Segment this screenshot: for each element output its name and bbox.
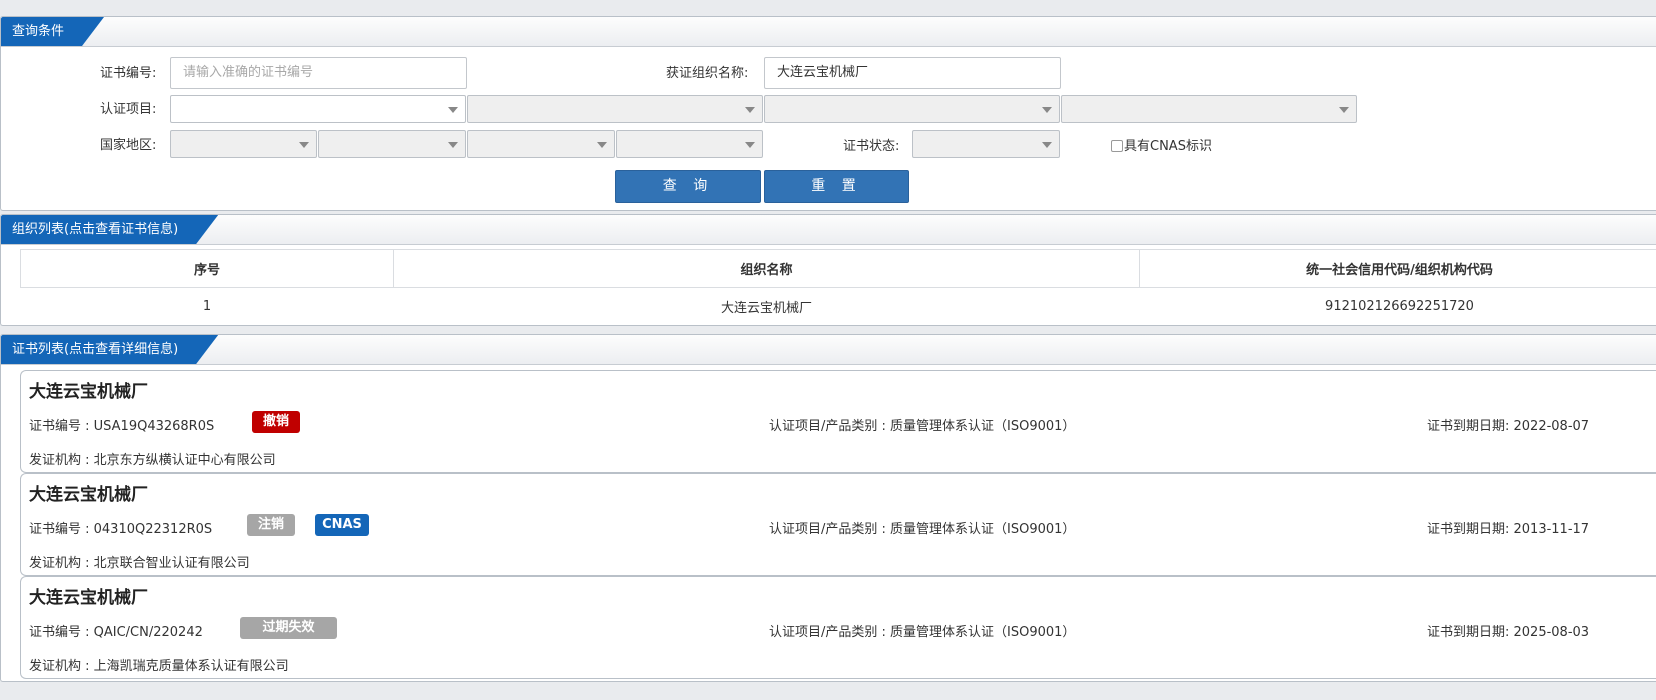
cert-no-label: 证书编号: — [100, 66, 157, 81]
cert-card-expiry: 证书到期日期: 2022-08-07 — [1427, 419, 1590, 434]
chevron-down-icon — [1042, 107, 1052, 113]
query-panel-header: 查询条件 — [1, 17, 1656, 47]
cert-card-project: 认证项目/产品类别 : 质量管理体系认证（ISO9001） — [769, 625, 1076, 640]
chevron-down-icon — [448, 107, 458, 113]
chevron-down-icon — [597, 142, 607, 148]
column-header-org-name: 组织名称 — [393, 249, 1140, 288]
org-name-input[interactable]: 大连云宝机械厂 — [764, 57, 1061, 89]
search-button[interactable]: 查 询 — [615, 170, 761, 203]
cert-card-org: 大连云宝机械厂 — [29, 588, 148, 608]
org-list-panel-header: 组织列表(点击查看证书信息) — [1, 215, 1656, 245]
cert-project-select-4[interactable] — [1061, 95, 1357, 123]
reset-button[interactable]: 重 置 — [764, 170, 909, 203]
cert-project-select-3[interactable] — [764, 95, 1060, 123]
region-select-3[interactable] — [467, 130, 615, 158]
cert-card-issuer: 发证机构 : 北京联合智业认证有限公司 — [29, 556, 250, 571]
cert-project-select-2[interactable] — [467, 95, 763, 123]
cert-project-label: 认证项目: — [100, 102, 157, 117]
cert-card-cert-no: 证书编号 : USA19Q43268R0S — [29, 419, 215, 434]
cert-card-project: 认证项目/产品类别 : 质量管理体系认证（ISO9001） — [769, 419, 1076, 434]
row-credit-code: 912102126692251720 — [1325, 298, 1474, 314]
region-select-4[interactable] — [616, 130, 763, 158]
chevron-down-icon — [1042, 142, 1052, 148]
table-row[interactable]: 1 大连云宝机械厂 912102126692251720 — [21, 288, 1656, 325]
row-index: 1 — [202, 298, 212, 314]
cert-card-cert-no: 证书编号 : 04310Q22312R0S — [29, 522, 213, 537]
column-header-index: 序号 — [20, 249, 394, 288]
cert-project-select-1[interactable] — [170, 95, 466, 123]
cnas-checkbox[interactable] — [1111, 140, 1123, 152]
region-select-2[interactable] — [318, 130, 466, 158]
cert-list-panel-header: 证书列表(点击查看详细信息) — [1, 335, 1656, 365]
cert-card-issuer: 发证机构 : 上海凯瑞克质量体系认证有限公司 — [29, 659, 289, 674]
cert-card-cert-no: 证书编号 : QAIC/CN/220242 — [29, 625, 203, 640]
cnas-badge: CNAS — [315, 514, 369, 536]
chevron-down-icon — [448, 142, 458, 148]
org-table: 序号 组织名称 统一社会信用代码/组织机构代码 1 大连云宝机械厂 912102… — [20, 249, 1656, 324]
cert-no-input[interactable]: 请输入准确的证书编号 — [170, 57, 467, 89]
cert-card-project: 认证项目/产品类别 : 质量管理体系认证（ISO9001） — [769, 522, 1076, 537]
org-list-panel-title: 组织列表(点击查看证书信息) — [1, 215, 218, 244]
column-header-credit-code: 统一社会信用代码/组织机构代码 — [1139, 249, 1656, 288]
cert-card-2[interactable]: 大连云宝机械厂 证书编号 : 04310Q22312R0S 注销 CNAS 认证… — [20, 473, 1656, 576]
cert-card-org: 大连云宝机械厂 — [29, 485, 148, 505]
cnas-checkbox-label: 具有CNAS标识 — [1124, 139, 1212, 154]
region-select-1[interactable] — [170, 130, 317, 158]
cert-status-select[interactable] — [912, 130, 1060, 158]
status-badge: 过期失效 — [240, 617, 337, 639]
status-badge: 注销 — [247, 514, 295, 536]
org-name-label: 获证组织名称: — [666, 66, 749, 81]
query-panel-title: 查询条件 — [1, 17, 104, 46]
row-org-name[interactable]: 大连云宝机械厂 — [394, 288, 1140, 325]
query-panel: 查询条件 证书编号: 请输入准确的证书编号 获证组织名称: 大连云宝机械厂 认证… — [0, 16, 1656, 211]
cert-card-3[interactable]: 大连云宝机械厂 证书编号 : QAIC/CN/220242 过期失效 认证项目/… — [20, 576, 1656, 679]
chevron-down-icon — [1339, 107, 1349, 113]
cert-card-1[interactable]: 大连云宝机械厂 证书编号 : USA19Q43268R0S 撤销 认证项目/产品… — [20, 370, 1656, 473]
status-badge: 撤销 — [252, 411, 300, 433]
cert-list-panel-title: 证书列表(点击查看详细信息) — [1, 335, 218, 364]
cert-card-issuer: 发证机构 : 北京东方纵横认证中心有限公司 — [29, 453, 276, 468]
cert-card-expiry: 证书到期日期: 2013-11-17 — [1427, 522, 1590, 537]
chevron-down-icon — [745, 142, 755, 148]
cert-status-label: 证书状态: — [843, 139, 900, 154]
chevron-down-icon — [745, 107, 755, 113]
cert-card-org: 大连云宝机械厂 — [29, 382, 148, 402]
chevron-down-icon — [299, 142, 309, 148]
region-label: 国家地区: — [100, 138, 157, 153]
cert-card-expiry: 证书到期日期: 2025-08-03 — [1427, 625, 1590, 640]
org-table-header-row: 序号 组织名称 统一社会信用代码/组织机构代码 — [20, 249, 1656, 288]
